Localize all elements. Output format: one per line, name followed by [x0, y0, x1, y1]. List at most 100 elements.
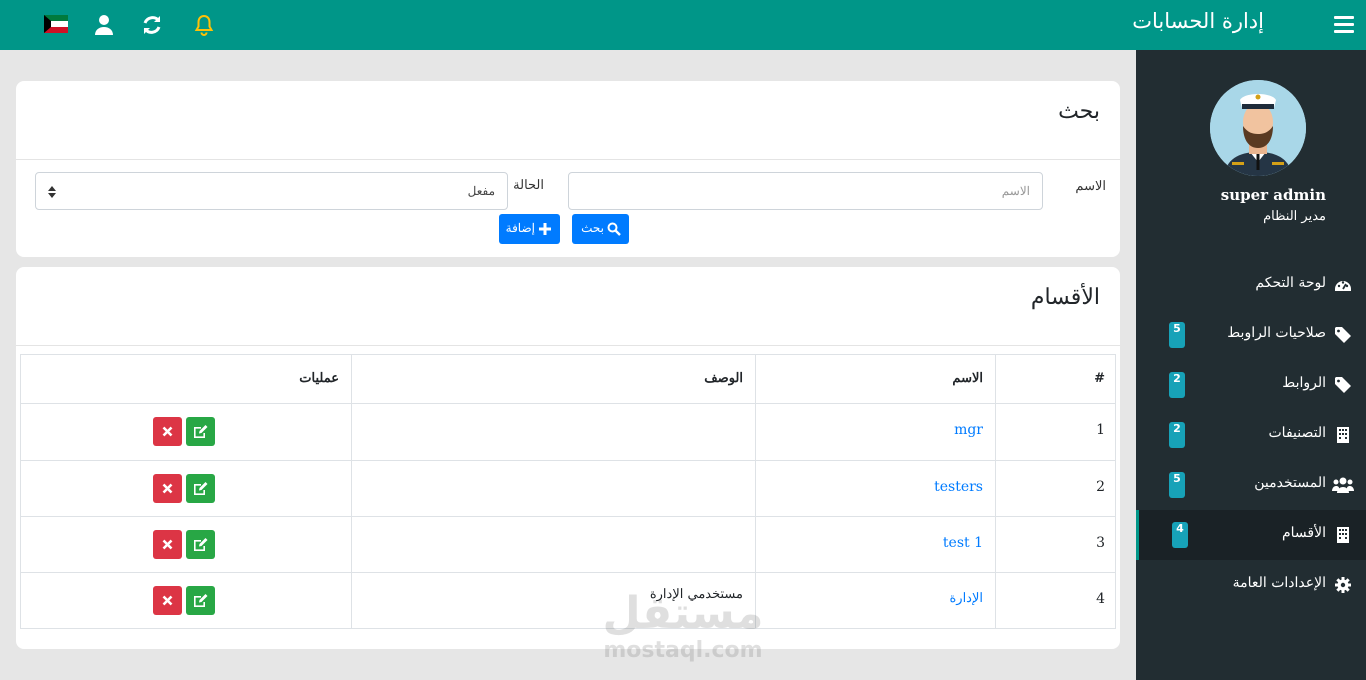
- sidebar-item-label: المستخدمين: [1254, 475, 1326, 491]
- cell-desc: [351, 517, 755, 572]
- kuwait-flag-icon[interactable]: [44, 15, 68, 33]
- menu-toggle-icon[interactable]: [1334, 16, 1354, 34]
- search-card: بحث الاسم الحالة مفعل بحث إضافة: [16, 81, 1120, 257]
- sidebar-item-links[interactable]: الروابط 2: [1136, 360, 1366, 410]
- count-badge: 2: [1169, 422, 1185, 448]
- user-role: مدير النظام: [1263, 209, 1326, 224]
- count-badge: 5: [1169, 322, 1185, 348]
- edit-icon: [194, 425, 208, 438]
- avatar: [1210, 80, 1306, 176]
- app-title: إدارة الحسابات: [1132, 9, 1264, 33]
- user-name: super admin: [1220, 186, 1326, 204]
- search-icon: [607, 222, 621, 236]
- department-name-link[interactable]: mgr: [954, 422, 983, 438]
- edit-button[interactable]: [186, 417, 215, 446]
- refresh-icon[interactable]: [140, 13, 164, 37]
- plus-icon: [539, 223, 551, 235]
- users-icon: [1332, 477, 1354, 493]
- cell-desc: [351, 404, 755, 460]
- cell-name: الإدارة: [755, 573, 995, 628]
- close-icon: [162, 539, 173, 550]
- name-label: الاسم: [1075, 179, 1106, 194]
- cell-num: 1: [995, 404, 1117, 460]
- add-button[interactable]: إضافة: [499, 214, 560, 244]
- sidebar-item-link-permissions[interactable]: صلاحيات الراوبط 5: [1136, 310, 1366, 360]
- department-name-link[interactable]: test 1: [943, 535, 983, 551]
- header-description: الوصف: [704, 371, 743, 386]
- table-row: 1 mgr: [21, 404, 1115, 460]
- user-icon[interactable]: [92, 13, 116, 37]
- cell-desc: [351, 461, 755, 516]
- department-name-link[interactable]: الإدارة: [949, 591, 983, 606]
- departments-card-header: الأقسام: [16, 267, 1120, 346]
- cell-actions: [21, 517, 351, 572]
- dashboard-icon: [1335, 281, 1351, 291]
- table-row: 4 الإدارة مستخدمي الإدارة: [21, 572, 1115, 628]
- table-row: 3 test 1: [21, 516, 1115, 572]
- edit-icon: [194, 482, 208, 495]
- count-badge: 5: [1169, 472, 1185, 498]
- sidebar-item-categories[interactable]: التصنيفات 2: [1136, 410, 1366, 460]
- sidebar-item-label: الأقسام: [1282, 525, 1326, 541]
- edit-button[interactable]: [186, 474, 215, 503]
- department-description: مستخدمي الإدارة: [649, 587, 743, 602]
- count-badge: 4: [1172, 522, 1188, 548]
- sidebar-nav: لوحة التحكم صلاحيات الراوبط 5 الروابط 2 …: [1136, 260, 1366, 610]
- cell-num: 2: [995, 461, 1117, 516]
- row-number: 4: [1096, 591, 1105, 607]
- header-cell-num: #: [995, 355, 1117, 403]
- cell-name: testers: [755, 461, 995, 516]
- search-card-header: بحث: [16, 81, 1120, 160]
- close-icon: [162, 595, 173, 606]
- sidebar-item-label: صلاحيات الراوبط: [1227, 325, 1326, 341]
- building-icon: [1337, 427, 1349, 443]
- sidebar-item-users[interactable]: المستخدمين 5: [1136, 460, 1366, 510]
- status-label: الحالة: [513, 178, 544, 193]
- table-row: 2 testers: [21, 460, 1115, 516]
- cell-actions: [21, 461, 351, 516]
- delete-button[interactable]: [153, 417, 182, 446]
- departments-table: # الاسم الوصف عمليات 1 mgr 2 testers 3 t…: [20, 354, 1116, 629]
- status-select-value: مفعل: [467, 184, 495, 198]
- top-bar: إدارة الحسابات: [0, 0, 1366, 50]
- tags-icon: [1335, 377, 1351, 393]
- cell-num: 3: [995, 517, 1117, 572]
- cell-name: mgr: [755, 404, 995, 460]
- header-name: الاسم: [952, 371, 983, 386]
- edit-button[interactable]: [186, 586, 215, 615]
- sidebar-item-dashboard[interactable]: لوحة التحكم: [1136, 260, 1366, 310]
- sidebar-item-departments[interactable]: الأقسام 4: [1136, 510, 1366, 560]
- sidebar-item-general-settings[interactable]: الإعدادات العامة: [1136, 560, 1366, 610]
- row-number: 3: [1096, 535, 1105, 551]
- row-number: 1: [1096, 422, 1105, 438]
- name-search-input[interactable]: [568, 172, 1043, 210]
- cell-actions: [21, 404, 351, 460]
- tags-icon: [1335, 327, 1351, 343]
- bell-icon[interactable]: [192, 13, 216, 37]
- edit-icon: [194, 594, 208, 607]
- department-name-link[interactable]: testers: [934, 479, 983, 495]
- sidebar: super admin مدير النظام لوحة التحكم صلاح…: [1136, 50, 1366, 680]
- edit-icon: [194, 538, 208, 551]
- count-badge: 2: [1169, 372, 1185, 398]
- search-button[interactable]: بحث: [572, 214, 629, 244]
- close-icon: [162, 483, 173, 494]
- header-cell-name: الاسم: [755, 355, 995, 403]
- cell-num: 4: [995, 573, 1117, 628]
- search-button-label: بحث: [581, 221, 604, 235]
- delete-button[interactable]: [153, 530, 182, 559]
- cell-name: test 1: [755, 517, 995, 572]
- edit-button[interactable]: [186, 530, 215, 559]
- header-cell-actions: عمليات: [21, 355, 351, 403]
- delete-button[interactable]: [153, 586, 182, 615]
- cell-actions: [21, 573, 351, 628]
- delete-button[interactable]: [153, 474, 182, 503]
- row-number: 2: [1096, 479, 1105, 495]
- add-button-label: إضافة: [505, 221, 535, 235]
- sidebar-item-label: لوحة التحكم: [1255, 275, 1326, 291]
- table-header-row: # الاسم الوصف عمليات: [21, 355, 1115, 404]
- sidebar-item-label: الروابط: [1282, 375, 1326, 391]
- header-actions: عمليات: [299, 371, 339, 386]
- status-select[interactable]: مفعل: [35, 172, 508, 210]
- departments-card: الأقسام # الاسم الوصف عمليات 1 mgr 2 tes…: [16, 267, 1120, 649]
